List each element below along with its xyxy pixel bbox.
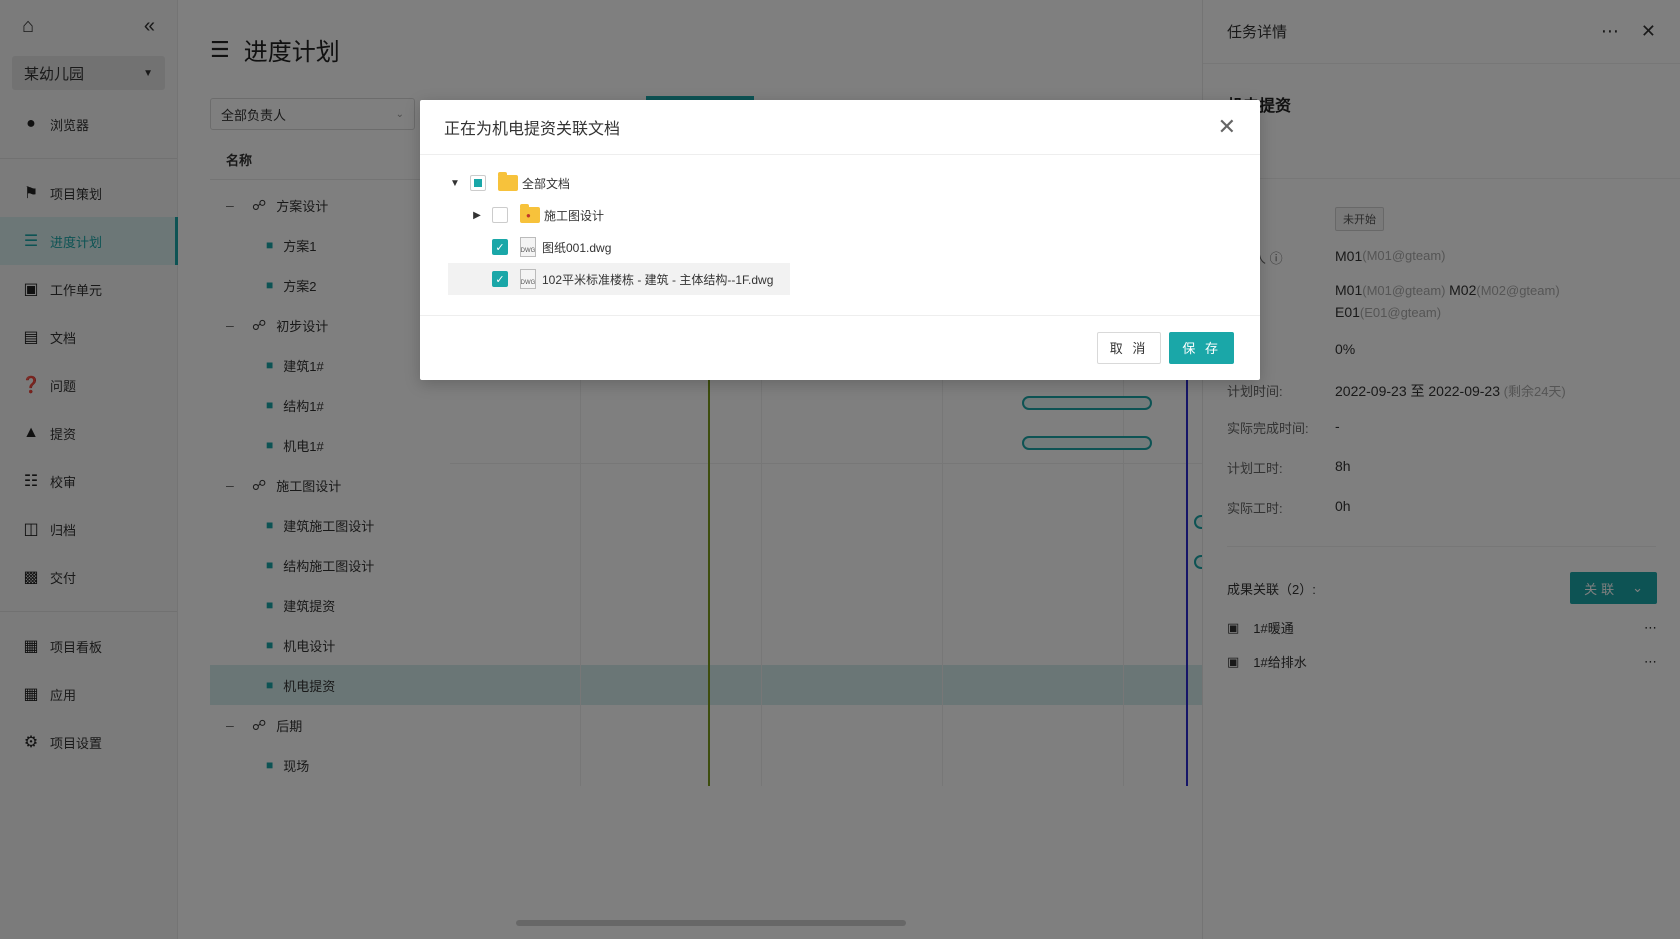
document-tree: ▼ 全部文档 ▶ ● 施工图设计 ✓ DWG 图纸001.dwg ✓ DWG 1… (420, 155, 1260, 316)
checkbox-file[interactable]: ✓ (492, 239, 508, 255)
node-label[interactable]: 102平米标准楼栋 - 建筑 - 主体结构--1F.dwg (542, 271, 773, 288)
caret-down-icon[interactable]: ▼ (448, 178, 462, 189)
dwg-file-tag: DWG (520, 280, 536, 286)
link-documents-modal: 正在为机电提资关联文档 ✕ ▼ 全部文档 ▶ ● 施工图设计 ✓ DWG 图纸0… (420, 100, 1260, 380)
tree-node-file: ✓ DWG 102平米标准楼栋 - 建筑 - 主体结构--1F.dwg (448, 263, 790, 295)
dwg-file-icon: DWG (520, 269, 536, 289)
folder-icon (498, 172, 518, 191)
dwg-file-tag: DWG (520, 248, 536, 254)
locked-folder-icon: ● (520, 204, 540, 223)
node-label[interactable]: 施工图设计 (544, 207, 604, 224)
modal-footer: 取 消 保 存 (420, 316, 1260, 379)
save-button[interactable]: 保 存 (1169, 331, 1234, 364)
modal-header: 正在为机电提资关联文档 ✕ (420, 100, 1260, 155)
modal-title: 正在为机电提资关联文档 (444, 121, 621, 138)
cancel-button[interactable]: 取 消 (1096, 331, 1162, 364)
close-icon[interactable]: ✕ (1218, 114, 1236, 140)
tree-node-root: ▼ 全部文档 (448, 167, 1260, 199)
caret-right-icon[interactable]: ▶ (470, 210, 484, 221)
dwg-file-icon: DWG (520, 237, 536, 257)
checkbox-file[interactable]: ✓ (492, 271, 508, 287)
lock-icon: ● (526, 211, 531, 220)
tree-node-folder: ▶ ● 施工图设计 (448, 199, 1260, 231)
node-label[interactable]: 全部文档 (522, 175, 570, 192)
checkbox-folder[interactable] (492, 207, 508, 223)
tree-node-file: ✓ DWG 图纸001.dwg (448, 231, 1260, 263)
node-label[interactable]: 图纸001.dwg (542, 239, 611, 256)
checkbox-root[interactable] (470, 175, 486, 191)
